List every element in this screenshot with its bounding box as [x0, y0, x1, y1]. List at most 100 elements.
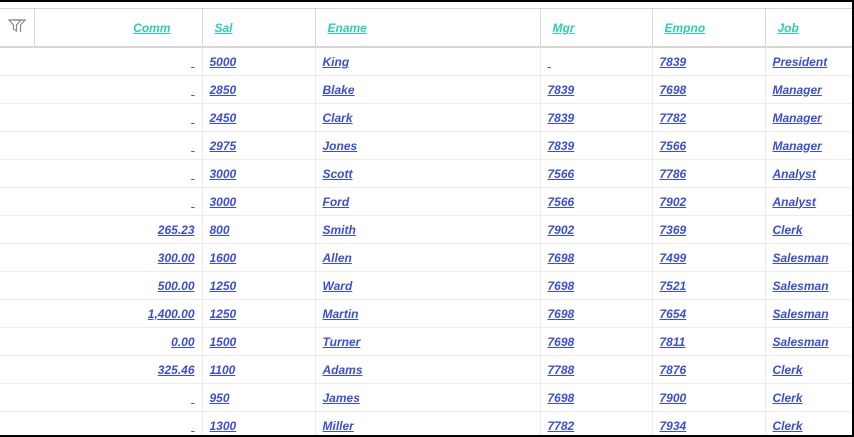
column-header-sal[interactable]: Sal: [202, 9, 315, 48]
cell-link-comm[interactable]: [191, 139, 194, 153]
cell-link-sal[interactable]: 1500: [210, 335, 237, 349]
cell-link-empno[interactable]: 7902: [660, 195, 687, 209]
cell-link-comm[interactable]: [191, 195, 194, 209]
cell-link-ename[interactable]: Jones: [323, 139, 358, 153]
cell-link-empno[interactable]: 7521: [660, 279, 687, 293]
column-header-comm[interactable]: Comm: [34, 9, 202, 48]
cell-link-mgr[interactable]: 7566: [548, 167, 575, 181]
cell-link-sal[interactable]: 2850: [210, 83, 237, 97]
cell-link-ename[interactable]: Miller: [323, 419, 354, 433]
column-header-job[interactable]: Job: [765, 9, 852, 48]
cell-link-empno[interactable]: 7566: [660, 139, 687, 153]
cell-link-sal[interactable]: 1100: [210, 363, 236, 377]
cell-link-sal[interactable]: 1300: [210, 419, 237, 433]
cell-link-mgr[interactable]: 7902: [548, 223, 575, 237]
cell-link-job[interactable]: President: [773, 55, 828, 69]
cell-link-job[interactable]: Manager: [773, 83, 822, 97]
cell-link-ename[interactable]: James: [323, 391, 360, 405]
cell-link-job[interactable]: Salesman: [773, 279, 829, 293]
cell-ename: King: [315, 47, 540, 76]
cell-empno: 7902: [652, 188, 765, 216]
cell-link-comm[interactable]: 0.00: [171, 335, 194, 349]
cell-link-comm[interactable]: 265.23: [158, 223, 195, 237]
cell-link-job[interactable]: Clerk: [773, 223, 803, 237]
cell-link-job[interactable]: Salesman: [773, 307, 829, 321]
cell-link-job[interactable]: Clerk: [773, 391, 803, 405]
cell-link-job[interactable]: Manager: [773, 139, 822, 153]
cell-link-ename[interactable]: Ford: [323, 195, 350, 209]
cell-link-empno[interactable]: 7782: [660, 111, 687, 125]
cell-link-empno[interactable]: 7369: [660, 223, 687, 237]
cell-link-comm[interactable]: [191, 83, 194, 97]
cell-link-ename[interactable]: Scott: [323, 167, 353, 181]
cell-link-empno[interactable]: 7839: [660, 55, 687, 69]
cell-link-sal[interactable]: 2450: [210, 111, 237, 125]
sort-link-mgr[interactable]: Mgr: [553, 21, 575, 35]
cell-link-comm[interactable]: 500.00: [158, 279, 195, 293]
cell-link-sal[interactable]: 2975: [210, 139, 237, 153]
table-row: 2850 Blake 7839 7698 Manager: [0, 76, 852, 104]
sort-link-job[interactable]: Job: [778, 21, 799, 35]
cell-link-sal[interactable]: 1250: [210, 307, 237, 321]
cell-link-mgr[interactable]: 7839: [548, 83, 575, 97]
cell-link-comm[interactable]: [191, 167, 194, 181]
cell-link-empno[interactable]: 7811: [660, 335, 686, 349]
cell-link-sal[interactable]: 5000: [210, 55, 237, 69]
sort-link-ename[interactable]: Ename: [328, 21, 367, 35]
cell-link-sal[interactable]: 1250: [210, 279, 237, 293]
cell-link-mgr[interactable]: 7839: [548, 111, 575, 125]
column-header-ename[interactable]: Ename: [315, 9, 540, 48]
cell-link-empno[interactable]: 7698: [660, 83, 687, 97]
cell-link-comm[interactable]: [191, 391, 194, 405]
cell-link-mgr[interactable]: 7788: [548, 363, 575, 377]
cell-link-job[interactable]: Analyst: [773, 167, 816, 181]
cell-link-sal[interactable]: 1600: [210, 251, 237, 265]
cell-link-job[interactable]: Clerk: [773, 419, 803, 433]
cell-link-mgr[interactable]: 7698: [548, 251, 575, 265]
cell-link-ename[interactable]: Blake: [323, 83, 355, 97]
cell-link-empno[interactable]: 7786: [660, 167, 687, 181]
cell-link-job[interactable]: Analyst: [773, 195, 816, 209]
cell-link-job[interactable]: Salesman: [773, 335, 829, 349]
sort-link-empno[interactable]: Empno: [665, 21, 706, 35]
cell-link-ename[interactable]: King: [323, 55, 350, 69]
cell-link-mgr[interactable]: 7566: [548, 195, 575, 209]
cell-link-comm[interactable]: 300.00: [158, 251, 195, 265]
cell-link-empno[interactable]: 7876: [660, 363, 687, 377]
cell-link-comm[interactable]: [191, 419, 194, 433]
cell-link-ename[interactable]: Clark: [323, 111, 353, 125]
cell-link-ename[interactable]: Adams: [323, 363, 363, 377]
cell-link-mgr[interactable]: 7839: [548, 139, 575, 153]
cell-link-mgr[interactable]: 7782: [548, 419, 575, 433]
cell-link-job[interactable]: Salesman: [773, 251, 829, 265]
cell-link-comm[interactable]: [191, 55, 194, 69]
cell-link-mgr[interactable]: 7698: [548, 279, 575, 293]
cell-link-ename[interactable]: Martin: [323, 307, 359, 321]
sort-link-sal[interactable]: Sal: [215, 21, 233, 35]
cell-link-sal[interactable]: 3000: [210, 195, 237, 209]
cell-link-empno[interactable]: 7499: [660, 251, 687, 265]
cell-link-mgr[interactable]: 7698: [548, 335, 575, 349]
cell-link-mgr[interactable]: [548, 55, 551, 69]
cell-link-comm[interactable]: 325.46: [158, 363, 195, 377]
filter-button[interactable]: [0, 9, 34, 48]
cell-link-ename[interactable]: Ward: [323, 279, 353, 293]
cell-link-sal[interactable]: 3000: [210, 167, 237, 181]
cell-link-empno[interactable]: 7900: [660, 391, 687, 405]
cell-link-job[interactable]: Manager: [773, 111, 822, 125]
sort-link-comm[interactable]: Comm: [133, 21, 170, 35]
cell-link-mgr[interactable]: 7698: [548, 391, 575, 405]
cell-link-empno[interactable]: 7654: [660, 307, 687, 321]
column-header-mgr[interactable]: Mgr: [540, 9, 652, 48]
cell-link-job[interactable]: Clerk: [773, 363, 803, 377]
cell-link-sal[interactable]: 950: [210, 391, 230, 405]
cell-link-comm[interactable]: [191, 111, 194, 125]
cell-link-comm[interactable]: 1,400.00: [148, 307, 195, 321]
cell-link-sal[interactable]: 800: [210, 223, 230, 237]
cell-link-ename[interactable]: Turner: [323, 335, 361, 349]
cell-link-empno[interactable]: 7934: [660, 419, 687, 433]
cell-link-ename[interactable]: Smith: [323, 223, 356, 237]
cell-link-mgr[interactable]: 7698: [548, 307, 575, 321]
cell-link-ename[interactable]: Allen: [323, 251, 352, 265]
column-header-empno[interactable]: Empno: [652, 9, 765, 48]
